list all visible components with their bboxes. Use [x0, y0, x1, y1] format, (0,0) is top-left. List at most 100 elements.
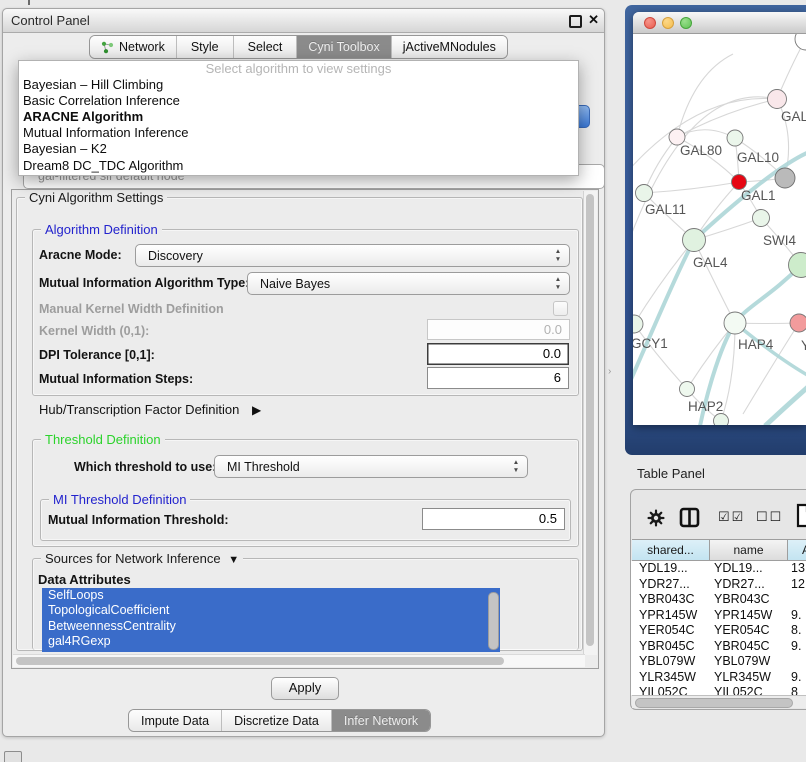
node-gal7[interactable] — [768, 90, 787, 109]
zoom-traffic-light[interactable] — [680, 17, 692, 29]
cell[interactable]: YDL19... — [632, 561, 710, 577]
table-row[interactable]: YIL052C YIL052C 8 — [632, 685, 806, 695]
dock-panel-icon[interactable] — [4, 751, 22, 762]
node-gal10[interactable] — [727, 130, 743, 146]
network-window-titlebar[interactable] — [633, 12, 806, 34]
select-all-columns-button[interactable]: ☑☑ — [718, 509, 745, 525]
tab-cyni-toolbox[interactable]: Cyni Toolbox — [297, 36, 391, 58]
node-gray[interactable] — [775, 168, 795, 188]
attribute-item[interactable]: BetweennessCentrality — [42, 619, 500, 634]
close-icon[interactable]: ✕ — [588, 12, 599, 28]
show-columns-button[interactable] — [679, 507, 700, 533]
cell[interactable]: YPR145W — [710, 608, 788, 624]
tab-jactivemnodules[interactable]: jActiveMNodules — [392, 36, 507, 58]
dropdown-item[interactable]: Dream8 DC_TDC Algorithm — [19, 158, 578, 174]
column-header-partial[interactable]: A — [788, 539, 806, 561]
cell[interactable]: YIL052C — [710, 685, 788, 695]
hub-definition-toggle[interactable]: Hub/Transcription Factor Definition ▶ — [39, 402, 261, 417]
close-traffic-light[interactable] — [644, 17, 656, 29]
dropdown-item[interactable]: Bayesian – Hill Climbing — [19, 77, 578, 93]
cell[interactable]: YBR043C — [710, 592, 788, 608]
cell[interactable]: YDR27... — [632, 577, 710, 593]
unselect-all-columns-button[interactable]: ☐☐ — [756, 509, 783, 525]
dropdown-item[interactable]: Bayesian – K2 — [19, 141, 578, 157]
table-row[interactable]: YBR043C YBR043C — [632, 592, 806, 608]
network-canvas[interactable]: GAL7 GAL80 GAL10 GAL1 GAL11 GAL4 SWI4 GC… — [633, 34, 806, 425]
table-row[interactable]: YDR27... YDR27... 12 — [632, 577, 806, 593]
node-gal11[interactable] — [636, 185, 653, 202]
attribute-item[interactable]: gal4RGexp — [42, 634, 500, 649]
cell[interactable]: YPR145W — [632, 608, 710, 624]
cell[interactable]: YLR345W — [710, 670, 788, 686]
cell[interactable]: 12 — [788, 577, 806, 593]
dpi-tolerance-field[interactable]: 0.0 — [427, 343, 569, 365]
table-row[interactable]: YPR145W YPR145W 9. — [632, 608, 806, 624]
node[interactable] — [753, 210, 770, 227]
column-header-name[interactable]: name — [710, 539, 788, 561]
table-row[interactable]: YBL079W YBL079W — [632, 654, 806, 670]
which-threshold-combobox[interactable]: MI Threshold ▲▼ — [214, 455, 528, 478]
mi-steps-field[interactable]: 6 — [427, 367, 569, 389]
scrollbar-thumb[interactable] — [16, 657, 504, 665]
tab-network[interactable]: Network — [90, 36, 177, 58]
node-gal4[interactable] — [683, 229, 706, 252]
list-scrollbar-thumb[interactable] — [488, 592, 499, 650]
tab-discretize-data[interactable]: Discretize Data — [222, 710, 332, 731]
node[interactable] — [795, 34, 806, 50]
table-row[interactable]: YBR045C YBR045C 9. — [632, 639, 806, 655]
attribute-item[interactable]: SelfLoops — [42, 588, 500, 603]
cell[interactable]: 9. — [788, 608, 806, 624]
tab-impute-data[interactable]: Impute Data — [129, 710, 222, 731]
inference-algorithm-combo-button[interactable] — [578, 105, 590, 128]
cell[interactable]: YBL079W — [710, 654, 788, 670]
settings-vertical-scrollbar[interactable] — [583, 191, 597, 655]
dropdown-item[interactable]: Mutual Information Inference — [19, 125, 578, 141]
table-row[interactable]: YLR345W YLR345W 9. — [632, 670, 806, 686]
sources-group-title[interactable]: Sources for Network Inference ▼ — [41, 551, 243, 566]
cell[interactable]: YBR045C — [710, 639, 788, 655]
table-row[interactable]: YER054C YER054C 8. — [632, 623, 806, 639]
column-header-shared-name[interactable]: shared... — [632, 539, 710, 561]
network-nodes[interactable] — [633, 34, 806, 425]
scrollbar-thumb[interactable] — [635, 698, 793, 708]
cell[interactable]: YDL19... — [710, 561, 788, 577]
minimize-traffic-light[interactable] — [662, 17, 674, 29]
node-salmon[interactable] — [790, 314, 806, 332]
export-table-button[interactable] — [796, 503, 806, 533]
node[interactable] — [714, 414, 729, 426]
pane-divider-chevron[interactable]: › — [608, 366, 611, 377]
cell[interactable]: 9. — [788, 639, 806, 655]
cell[interactable]: YDR27... — [710, 577, 788, 593]
cell[interactable]: YER054C — [632, 623, 710, 639]
table-settings-button[interactable] — [647, 509, 665, 532]
cell[interactable]: YER054C — [710, 623, 788, 639]
cell[interactable]: YLR345W — [632, 670, 710, 686]
tab-style[interactable]: Style — [177, 36, 234, 58]
tab-select[interactable]: Select — [234, 36, 298, 58]
settings-horizontal-scrollbar[interactable] — [13, 654, 585, 667]
table-row[interactable]: YDL19... YDL19... 13 — [632, 561, 806, 577]
tab-infer-network[interactable]: Infer Network — [332, 710, 430, 731]
cell[interactable] — [788, 654, 806, 670]
cell[interactable] — [788, 592, 806, 608]
float-window-icon[interactable] — [569, 15, 582, 28]
mi-threshold-field[interactable]: 0.5 — [422, 508, 565, 530]
cell[interactable]: YBR043C — [632, 592, 710, 608]
cell[interactable]: YBL079W — [632, 654, 710, 670]
dropdown-item[interactable]: Basic Correlation Inference — [19, 93, 578, 109]
cell[interactable]: YIL052C — [632, 685, 710, 695]
node-hap4[interactable] — [724, 312, 746, 334]
cell[interactable]: 8. — [788, 623, 806, 639]
scrollbar-thumb[interactable] — [586, 194, 594, 646]
aracne-mode-combobox[interactable]: Discovery ▲▼ — [135, 244, 570, 267]
dropdown-placeholder-item[interactable]: Select algorithm to view settings — [19, 61, 578, 77]
node-gcy1[interactable] — [633, 315, 643, 333]
cell[interactable]: 9. — [788, 670, 806, 686]
mi-algorithm-type-combobox[interactable]: Naive Bayes ▲▼ — [247, 272, 570, 295]
node-hap2[interactable] — [680, 382, 695, 397]
attribute-item[interactable]: TopologicalCoefficient — [42, 603, 500, 618]
apply-button[interactable]: Apply — [271, 677, 339, 700]
cell[interactable]: 13 — [788, 561, 806, 577]
dropdown-item-selected[interactable]: ARACNE Algorithm — [19, 109, 578, 125]
cell[interactable]: YBR045C — [632, 639, 710, 655]
